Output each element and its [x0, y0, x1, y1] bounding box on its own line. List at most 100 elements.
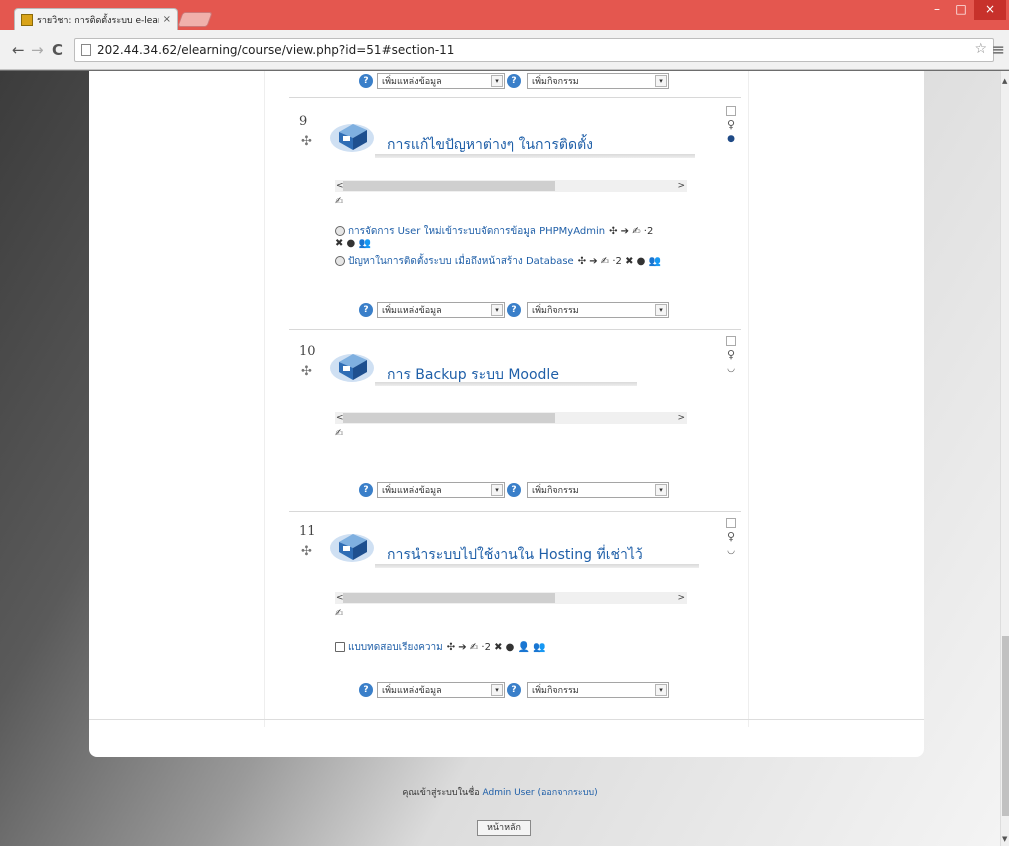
- add-activity-select[interactable]: เพิ่มกิจกรรม ▾: [527, 302, 669, 318]
- bookmark-star-icon[interactable]: ☆: [974, 41, 987, 57]
- login-info: คุณเข้าสู่ระบบในชื่อ Admin User (ออกจากร…: [0, 785, 1000, 799]
- select-value: เพิ่มกิจกรรม: [532, 486, 579, 496]
- help-icon[interactable]: ?: [507, 303, 521, 317]
- scroll-right-icon[interactable]: >: [677, 593, 685, 603]
- edit-summary-icon[interactable]: ✍: [335, 196, 343, 207]
- scroll-right-icon[interactable]: >: [677, 413, 685, 423]
- add-resource-select[interactable]: เพิ่มแหล่งข้อมูล ▾: [377, 482, 505, 498]
- add-activity-select[interactable]: เพิ่มกิจกรรม ▾: [527, 682, 669, 698]
- add-resource-select[interactable]: เพิ่มแหล่งข้อมูล ▾: [377, 682, 505, 698]
- scroll-thumb[interactable]: [343, 413, 555, 423]
- scroll-down-icon[interactable]: ▼: [1002, 835, 1007, 843]
- scroll-right-icon[interactable]: >: [677, 181, 685, 191]
- back-button[interactable]: ←: [12, 41, 25, 59]
- chrome-menu-icon[interactable]: ≡: [992, 40, 1005, 59]
- highlight-bulb-icon[interactable]: ♀: [725, 531, 737, 543]
- forward-button[interactable]: →: [31, 41, 44, 59]
- activity-item-controls-wrap: ✖ ● 👥: [335, 238, 371, 249]
- tab-close-icon[interactable]: ×: [163, 14, 171, 25]
- highlight-checkbox[interactable]: [726, 518, 736, 528]
- help-icon[interactable]: ?: [359, 303, 373, 317]
- left-column: [89, 71, 265, 727]
- activity-link[interactable]: การจัดการ User ใหม่เข้าระบบจัดการข้อมูล …: [348, 226, 605, 237]
- new-tab-button[interactable]: [177, 12, 213, 27]
- scroll-thumb[interactable]: [343, 181, 555, 191]
- page-icon: [81, 44, 91, 56]
- window-titlebar: รายวิชา: การติดตั้งระบบ e-lear × – □ ×: [0, 0, 1009, 30]
- user-link[interactable]: Admin User: [483, 788, 535, 798]
- section-box-picture-icon: [330, 534, 374, 562]
- highlight-checkbox[interactable]: [726, 336, 736, 346]
- add-activity-select[interactable]: เพิ่มกิจกรรม ▾: [527, 482, 669, 498]
- page-viewport: ? เพิ่มแหล่งข้อมูล ▾ ? เพิ่มกิจกรรม ▾ 9 ✣ …: [0, 71, 1000, 846]
- help-icon[interactable]: ?: [359, 683, 373, 697]
- chevron-down-icon: ▾: [491, 75, 503, 87]
- title-underline: [375, 564, 699, 568]
- help-icon[interactable]: ?: [507, 74, 521, 88]
- select-value: เพิ่มแหล่งข้อมูล: [382, 306, 442, 316]
- scrollbar-thumb[interactable]: [1002, 636, 1009, 816]
- vertical-scrollbar[interactable]: ▲ ▼: [1000, 71, 1009, 846]
- edit-summary-icon[interactable]: ✍: [335, 428, 343, 439]
- horizontal-scroll-slider[interactable]: < >: [335, 592, 687, 604]
- eye-closed-icon[interactable]: ◡: [725, 545, 737, 557]
- edit-summary-icon[interactable]: ✍: [335, 608, 343, 619]
- select-value: เพิ่มแหล่งข้อมูล: [382, 686, 442, 696]
- section-controls: ♀ ◡: [725, 518, 737, 557]
- move-icon[interactable]: ✣: [301, 364, 312, 379]
- help-icon[interactable]: ?: [507, 683, 521, 697]
- move-icon[interactable]: ✣: [301, 544, 312, 559]
- activity-edit-controls[interactable]: ✣ ➔ ✍ ·2: [609, 226, 653, 237]
- close-window-button[interactable]: ×: [974, 0, 1006, 20]
- highlight-bulb-icon[interactable]: ♀: [725, 119, 737, 131]
- section-9: 9 ✣ การแก้ไขปัญหาต่างๆ ในการติดตั้ง ♀ ● …: [289, 97, 741, 327]
- horizontal-scroll-slider[interactable]: < >: [335, 180, 687, 192]
- add-activity-select[interactable]: เพิ่มกิจกรรม ▾: [527, 73, 669, 89]
- eye-closed-icon[interactable]: ◡: [725, 363, 737, 375]
- home-button[interactable]: หน้าหลัก: [477, 820, 531, 836]
- activity-item[interactable]: ปัญหาในการติดตั้งระบบ เมื่อถึงหน้าสร้าง …: [335, 254, 661, 269]
- add-resource-select[interactable]: เพิ่มแหล่งข้อมูล ▾: [377, 302, 505, 318]
- browser-toolbar: ← → C 202.44.34.62/elearning/course/view…: [0, 30, 1009, 70]
- section-number: 11: [299, 524, 316, 539]
- eye-icon[interactable]: ●: [725, 133, 737, 145]
- section-11: 11 ✣ การนำระบบไปใช้งานใน Hosting ที่เช่า…: [289, 511, 741, 707]
- reload-button[interactable]: C: [52, 41, 63, 59]
- browser-tab[interactable]: รายวิชา: การติดตั้งระบบ e-lear ×: [14, 8, 178, 30]
- highlight-checkbox[interactable]: [726, 106, 736, 116]
- select-value: เพิ่มกิจกรรม: [532, 77, 579, 87]
- help-icon[interactable]: ?: [359, 483, 373, 497]
- add-controls: ? เพิ่มแหล่งข้อมูล ▾ ? เพิ่มกิจกรรม ▾: [359, 682, 669, 698]
- activity-link[interactable]: แบบทดสอบเรียงความ: [348, 642, 443, 653]
- activity-edit-controls[interactable]: ✣ ➔ ✍ ·2 ✖ ● 👤 👥: [447, 642, 546, 653]
- highlight-bulb-icon[interactable]: ♀: [725, 349, 737, 361]
- course-page: ? เพิ่มแหล่งข้อมูล ▾ ? เพิ่มกิจกรรม ▾ 9 ✣ …: [89, 71, 924, 757]
- scroll-up-icon[interactable]: ▲: [1002, 77, 1007, 85]
- help-icon[interactable]: ?: [359, 74, 373, 88]
- scroll-thumb[interactable]: [343, 593, 555, 603]
- add-resource-select[interactable]: เพิ่มแหล่งข้อมูล ▾: [377, 73, 505, 89]
- activity-item[interactable]: แบบทดสอบเรียงความ ✣ ➔ ✍ ·2 ✖ ● 👤 👥: [335, 640, 546, 655]
- maximize-button[interactable]: □: [949, 0, 973, 20]
- section-box-picture-icon: [330, 354, 374, 382]
- logout-link[interactable]: (ออกจากระบบ): [537, 788, 597, 798]
- move-icon[interactable]: ✣: [301, 134, 312, 149]
- activity-item[interactable]: การจัดการ User ใหม่เข้าระบบจัดการข้อมูล …: [335, 224, 653, 239]
- activity-edit-controls[interactable]: ✖ ● 👥: [335, 238, 371, 249]
- section-title[interactable]: การนำระบบไปใช้งานใน Hosting ที่เช่าไว้: [387, 544, 643, 566]
- address-bar[interactable]: 202.44.34.62/elearning/course/view.php?i…: [74, 38, 994, 62]
- horizontal-scroll-slider[interactable]: < >: [335, 412, 687, 424]
- activity-link[interactable]: ปัญหาในการติดตั้งระบบ เมื่อถึงหน้าสร้าง …: [348, 256, 574, 267]
- minimize-button[interactable]: –: [925, 0, 949, 20]
- section-title[interactable]: การแก้ไขปัญหาต่างๆ ในการติดตั้ง: [387, 134, 593, 156]
- chevron-down-icon: ▾: [491, 484, 503, 496]
- activity-edit-controls[interactable]: ✣ ➔ ✍ ·2 ✖ ● 👥: [578, 256, 661, 267]
- resource-icon: [335, 256, 345, 266]
- select-value: เพิ่มแหล่งข้อมูล: [382, 486, 442, 496]
- url-text[interactable]: 202.44.34.62/elearning/course/view.php?i…: [97, 43, 454, 57]
- tab-title: รายวิชา: การติดตั้งระบบ e-lear: [37, 15, 159, 26]
- select-value: เพิ่มกิจกรรม: [532, 306, 579, 316]
- add-controls: ? เพิ่มแหล่งข้อมูล ▾ ? เพิ่มกิจกรรม ▾: [359, 302, 669, 318]
- help-icon[interactable]: ?: [507, 483, 521, 497]
- chevron-down-icon: ▾: [655, 75, 667, 87]
